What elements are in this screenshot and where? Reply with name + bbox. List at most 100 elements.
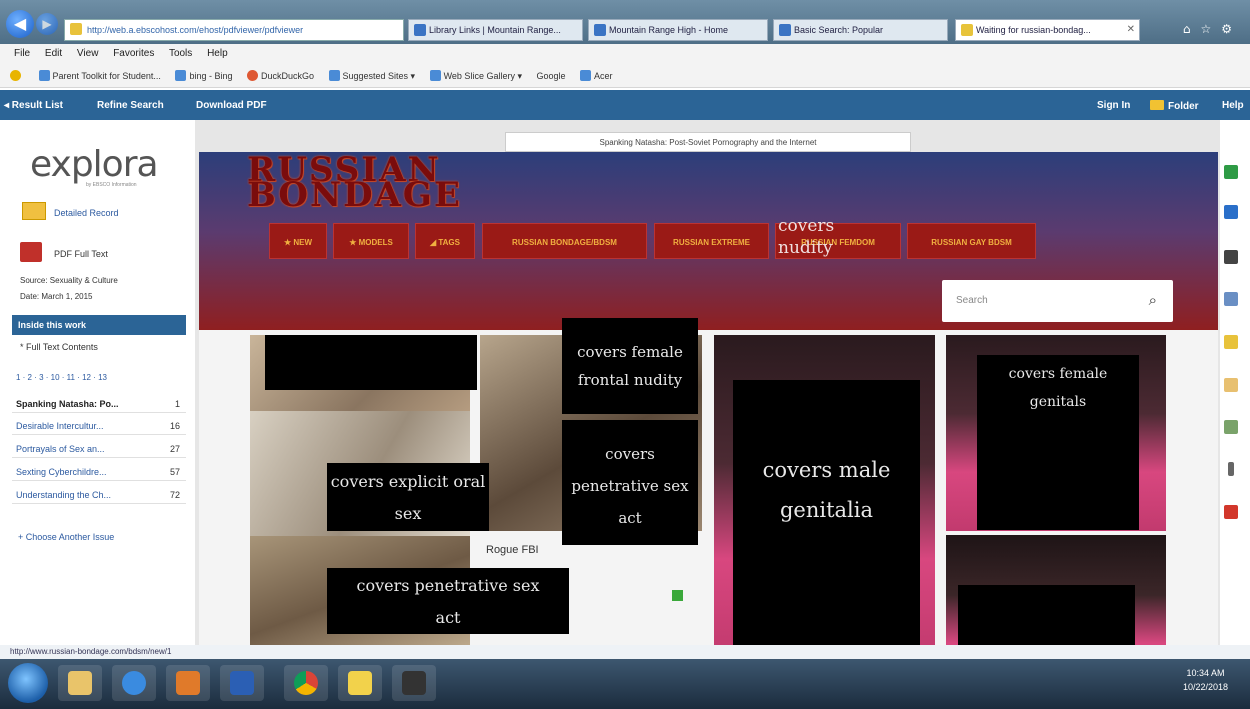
pdf-full-text-link[interactable]: PDF Full Text (54, 249, 108, 259)
print-icon[interactable] (1224, 250, 1238, 264)
cover-explicit-oral: covers explicit oral sex (327, 463, 489, 531)
explora-toolbar: ◂ Result List Refine Search Download PDF… (0, 90, 1250, 120)
thumbnail-caption[interactable]: Rogue FBI (486, 544, 539, 556)
fav-acer[interactable]: Acer (580, 70, 613, 81)
addon-icon[interactable] (1224, 165, 1238, 179)
date-text: Date: March 1, 2015 (20, 292, 93, 301)
save-icon[interactable] (1224, 335, 1238, 349)
tab-icon (414, 24, 426, 36)
tab-library-links[interactable]: Library Links | Mountain Range... (408, 19, 583, 41)
share-icon[interactable] (1224, 505, 1238, 519)
taskbar-media[interactable] (166, 665, 210, 701)
site-menu-gay-bdsm[interactable]: RUSSIAN GAY BDSM (907, 223, 1036, 259)
sign-in-link[interactable]: Sign In (1097, 100, 1130, 111)
fav-parent-toolkit[interactable]: Parent Toolkit for Student... (38, 70, 161, 81)
taskbar-word[interactable] (220, 665, 264, 701)
help-link[interactable]: Help (1222, 100, 1244, 111)
pdf-icon (20, 242, 42, 262)
forward-icon[interactable]: ▶ (36, 13, 58, 35)
fav-google[interactable]: Google (537, 71, 566, 81)
download-pdf-link[interactable]: Download PDF (196, 100, 267, 111)
fav-duckduckgo[interactable]: DuckDuckGo (246, 70, 314, 81)
cite-icon[interactable] (1224, 378, 1238, 392)
close-tab-icon[interactable]: ✕ (1127, 24, 1135, 35)
toc-row[interactable]: Desirable Intercultur... 16 (12, 419, 186, 435)
status-bar: http://www.russian-bondage.com/bdsm/new/… (0, 645, 1250, 659)
site-logo-line2: BONDAGE (247, 175, 462, 215)
ie-icon (122, 671, 146, 695)
site-menu-new[interactable]: ★ NEW (269, 223, 327, 259)
link-icon[interactable] (1228, 462, 1234, 476)
chrome-icon (294, 671, 318, 695)
site-logo: RUSSIAN BONDAGE (247, 153, 462, 215)
start-button-icon[interactable] (8, 663, 48, 703)
site-icon (70, 23, 82, 35)
page-pager[interactable]: 1 · 2 · 3 · 10 · 11 · 12 · 13 (16, 373, 107, 382)
taskbar-chrome[interactable] (284, 665, 328, 701)
folder-icon (1150, 100, 1164, 110)
sticky-notes-icon (348, 671, 372, 695)
menu-favorites[interactable]: Favorites (113, 48, 154, 59)
search-icon[interactable]: ⌕ (1149, 291, 1157, 309)
menu-file[interactable]: File (14, 48, 30, 59)
address-bar[interactable]: http://web.a.ebscohost.com/ehost/pdfview… (64, 19, 404, 41)
site-menu-bondage-bdsm[interactable]: RUSSIAN BONDAGE/BDSM (482, 223, 647, 259)
taskbar-app[interactable] (392, 665, 436, 701)
fav-web-slice[interactable]: Web Slice Gallery ▾ (429, 70, 522, 82)
refine-search-link[interactable]: Refine Search (97, 100, 164, 111)
left-sidebar: explora by EBSCO Information Detailed Re… (0, 120, 195, 645)
export-icon[interactable] (1224, 420, 1238, 434)
folder-link[interactable]: Folder (1150, 100, 1199, 112)
media-player-icon (176, 671, 200, 695)
site-menu-extreme[interactable]: RUSSIAN EXTREME (654, 223, 769, 259)
redaction-box (265, 335, 477, 390)
folder-icon (68, 671, 92, 695)
taskbar-ie[interactable] (112, 665, 156, 701)
favorites-star-icon[interactable] (10, 70, 24, 81)
menu-tools[interactable]: Tools (169, 48, 192, 59)
loading-icon (961, 24, 973, 36)
site-search-input[interactable]: Search ⌕ (942, 280, 1173, 322)
full-text-contents-link[interactable]: * Full Text Contents (20, 342, 98, 352)
detailed-record-icon (22, 202, 46, 220)
tab-basic-search[interactable]: Basic Search: Popular (773, 19, 948, 41)
menu-help[interactable]: Help (207, 48, 228, 59)
fav-bing[interactable]: bing - Bing (175, 70, 232, 81)
tab-icon (594, 24, 606, 36)
taskbar-notes[interactable] (338, 665, 382, 701)
detailed-record-link[interactable]: Detailed Record (54, 208, 119, 218)
app-icon (402, 671, 426, 695)
menu-edit[interactable]: Edit (45, 48, 62, 59)
source-text: Source: Sexuality & Culture (20, 276, 118, 285)
cover-nudity-label: covers nudity (778, 216, 835, 258)
tab-waiting[interactable]: Waiting for russian-bondag... ✕ (955, 19, 1140, 41)
cover-female-genitals: covers female genitals (977, 355, 1139, 530)
tab-icon (779, 24, 791, 36)
menu-bar: File Edit View Favorites Tools Help (0, 44, 1250, 64)
toc-row[interactable]: Sexting Cyberchildre... 57 (12, 465, 186, 481)
tab-mountain-range[interactable]: Mountain Range High - Home (588, 19, 768, 41)
toc-row[interactable]: Portrayals of Sex an... 27 (12, 442, 186, 458)
favorites-bar: Parent Toolkit for Student... bing - Bin… (0, 64, 1250, 88)
choose-another-issue-link[interactable]: + Choose Another Issue (18, 532, 114, 542)
taskbar-clock[interactable]: 10:34 AM 10/22/2018 (1183, 666, 1228, 694)
drive-icon[interactable] (1224, 205, 1238, 219)
site-menu-tags[interactable]: ◢ TAGS (415, 223, 475, 259)
back-icon[interactable]: ◀ (6, 10, 34, 38)
hd-badge-icon (672, 590, 683, 601)
embedded-site-header: RUSSIAN BONDAGE ★ NEW ★ MODELS ◢ TAGS RU… (199, 152, 1218, 330)
menu-view[interactable]: View (77, 48, 99, 59)
email-icon[interactable] (1224, 292, 1238, 306)
word-icon (230, 671, 254, 695)
toc-row[interactable]: Spanking Natasha: Po... 1 (12, 397, 186, 413)
document-title: Spanking Natasha: Post-Soviet Pornograph… (505, 132, 911, 152)
fav-suggested-sites[interactable]: Suggested Sites ▾ (328, 70, 415, 82)
cover-female-frontal: covers female frontal nudity (562, 318, 698, 414)
taskbar-explorer[interactable] (58, 665, 102, 701)
site-menu-models[interactable]: ★ MODELS (333, 223, 409, 259)
result-list-link[interactable]: ◂ Result List (4, 100, 63, 111)
window-controls[interactable]: ⌂☆⚙ (1183, 22, 1242, 36)
toc-row[interactable]: Understanding the Ch... 72 (12, 488, 186, 504)
cover-penetrative-2: covers penetrative sex act (327, 568, 569, 634)
explora-logo: explora (30, 144, 159, 185)
